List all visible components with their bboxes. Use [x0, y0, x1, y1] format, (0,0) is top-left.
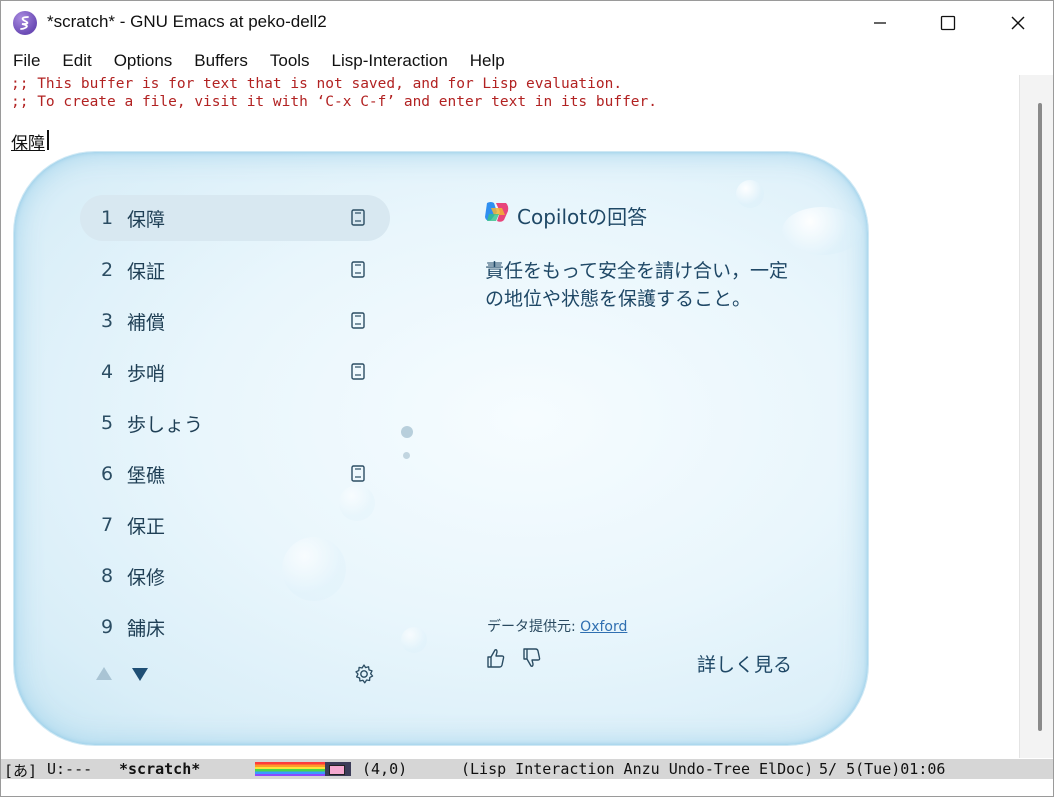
- candidate-number: 7: [101, 514, 114, 536]
- dictionary-icon: [351, 312, 365, 329]
- candidate-word: 保正: [127, 515, 166, 538]
- candidate-item[interactable]: 4 歩哨: [80, 349, 390, 395]
- minimize-button[interactable]: [845, 1, 915, 45]
- menu-lisp-interaction[interactable]: Lisp-Interaction: [321, 51, 459, 71]
- candidate-word: 舗床: [127, 617, 166, 640]
- decorative-bubble: [782, 207, 862, 255]
- window-title: *scratch* - GNU Emacs at peko-dell2: [47, 12, 327, 31]
- close-icon: [1011, 16, 1025, 30]
- ime-mode-indicator: [あ]: [4, 762, 38, 780]
- candidate-item[interactable]: 5 歩しょう: [80, 400, 390, 446]
- vertical-scrollbar[interactable]: [1019, 75, 1053, 758]
- candidate-number: 6: [101, 463, 114, 485]
- copilot-answer-text: 責任をもって安全を請け合い，一定の地位や状態を保護すること。: [485, 260, 789, 310]
- data-source: データ提供元: Oxford: [487, 616, 627, 636]
- candidate-word: 保修: [127, 566, 166, 589]
- candidate-item[interactable]: 6 堡礁: [80, 451, 390, 497]
- candidate-word: 補償: [127, 311, 166, 334]
- dictionary-icon: [351, 465, 365, 482]
- copilot-logo-icon: [485, 202, 509, 222]
- candidate-item[interactable]: 8 保修: [80, 553, 390, 599]
- thumbs-down-icon[interactable]: [521, 647, 543, 669]
- candidate-number: 5: [101, 412, 114, 434]
- previous-page-arrow-icon[interactable]: [96, 667, 112, 680]
- candidate-number: 3: [101, 310, 114, 332]
- source-label: データ提供元:: [487, 619, 581, 635]
- maximize-icon: [940, 15, 956, 31]
- scrollbar-thumb[interactable]: [1038, 103, 1042, 731]
- candidate-number: 1: [101, 207, 114, 229]
- menu-options[interactable]: Options: [103, 51, 184, 71]
- decorative-bubble: [401, 627, 427, 653]
- decorative-bubble: [736, 180, 764, 208]
- nyan-cat-progress-icon: [255, 762, 351, 776]
- menu-bar: File Edit Options Buffers Tools Lisp-Int…: [1, 47, 1053, 75]
- candidate-word: 保障: [127, 208, 166, 231]
- maximize-button[interactable]: [913, 1, 983, 45]
- text-cursor: [47, 130, 49, 150]
- date-time: 5/ 5(Tue)01:06: [819, 760, 946, 778]
- source-link[interactable]: Oxford: [580, 619, 627, 635]
- comment-line: ;; To create a file, visit it with ‘C-x …: [11, 94, 658, 110]
- mode-line: [あ] U:--- *scratch* (4,0) (Lisp Interact…: [1, 759, 1053, 780]
- dictionary-icon: [351, 261, 365, 278]
- dictionary-icon: [351, 209, 365, 226]
- echo-area: [1, 779, 1053, 796]
- preedit-text: 保障: [11, 134, 45, 154]
- candidate-item[interactable]: 1 保障: [80, 195, 390, 241]
- emacs-window: *scratch* - GNU Emacs at peko-dell2 File…: [0, 0, 1054, 797]
- settings-gear-icon[interactable]: [353, 663, 375, 685]
- candidate-word: 歩しょう: [127, 413, 204, 436]
- thumbs-up-icon[interactable]: [485, 647, 507, 669]
- buffer-status: U:---: [47, 760, 93, 778]
- candidate-word: 保証: [127, 260, 166, 283]
- dictionary-icon: [351, 363, 365, 380]
- major-minor-modes[interactable]: (Lisp Interaction Anzu Undo-Tree ElDoc): [461, 760, 813, 778]
- candidate-word: 堡礁: [127, 464, 166, 487]
- menu-help[interactable]: Help: [459, 51, 516, 71]
- cursor-position: (4,0): [362, 760, 408, 778]
- menu-tools[interactable]: Tools: [259, 51, 321, 71]
- copilot-answer-title: Copilotの回答: [517, 205, 648, 229]
- comment-line: ;; This buffer is for text that is not s…: [11, 76, 623, 92]
- emacs-logo-icon: [13, 11, 37, 35]
- candidate-number: 2: [101, 259, 114, 281]
- candidate-word: 歩哨: [127, 362, 166, 385]
- close-button[interactable]: [983, 1, 1053, 45]
- candidate-number: 9: [101, 616, 114, 638]
- minimize-icon: [874, 22, 886, 24]
- menu-buffers[interactable]: Buffers: [183, 51, 259, 71]
- title-bar[interactable]: *scratch* - GNU Emacs at peko-dell2: [1, 1, 1053, 45]
- buffer-name[interactable]: *scratch*: [119, 760, 200, 778]
- see-more-link[interactable]: 詳しく見る: [697, 650, 792, 677]
- candidate-item[interactable]: 7 保正: [80, 502, 390, 548]
- menu-file[interactable]: File: [1, 51, 51, 71]
- candidate-number: 8: [101, 565, 114, 587]
- candidate-item[interactable]: 3 補償: [80, 298, 390, 344]
- candidate-number: 4: [101, 361, 114, 383]
- next-page-arrow-icon[interactable]: [132, 668, 148, 681]
- candidate-item[interactable]: 2 保証: [80, 247, 390, 293]
- candidate-item[interactable]: 9 舗床: [80, 604, 390, 650]
- menu-edit[interactable]: Edit: [51, 51, 102, 71]
